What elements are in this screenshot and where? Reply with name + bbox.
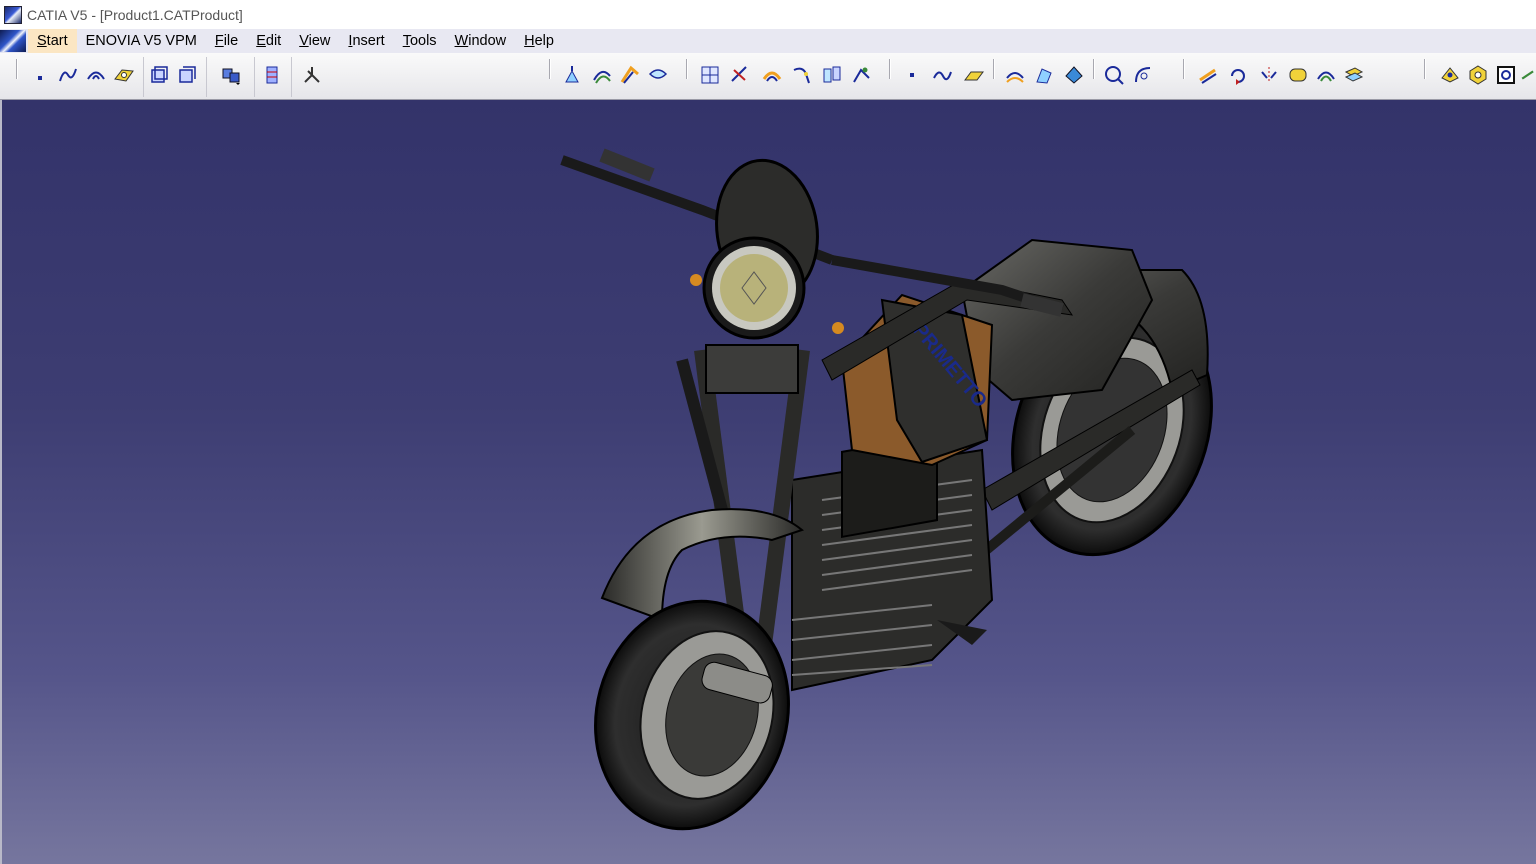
part-body-icon[interactable] — [147, 63, 171, 87]
loft-icon[interactable] — [1032, 63, 1056, 87]
menu-bar: Start ENOVIA V5 VPM File Edit View Inser… — [0, 29, 1536, 53]
engine-block — [791, 433, 994, 692]
spline-icon[interactable] — [56, 63, 80, 87]
catalog-icon[interactable] — [260, 63, 284, 87]
layers-icon[interactable] — [1342, 63, 1366, 87]
render-icon[interactable] — [1438, 63, 1462, 87]
menu-file[interactable]: File — [206, 29, 247, 53]
view-icon[interactable] — [1494, 63, 1518, 87]
menu-start[interactable]: Start — [28, 29, 77, 53]
title-bar: CATIA V5 - [Product1.CATProduct] — [0, 0, 1536, 29]
trim-icon[interactable] — [850, 63, 874, 87]
compass-icon[interactable] — [300, 63, 324, 87]
material-icon[interactable] — [1466, 63, 1490, 87]
menu-insert[interactable]: Insert — [339, 29, 393, 53]
part-body-alt-icon[interactable] — [175, 63, 199, 87]
symmetry-icon[interactable] — [1257, 63, 1281, 87]
menu-window[interactable]: Window — [446, 29, 516, 53]
surface-sweep-icon[interactable] — [618, 63, 642, 87]
headlight — [690, 158, 844, 340]
3d-viewport[interactable]: PRIMETTO — [0, 100, 1536, 864]
extra-icon[interactable] — [1520, 63, 1536, 87]
menu-help[interactable]: Help — [515, 29, 563, 53]
arc-icon[interactable] — [84, 63, 108, 87]
number-plate — [705, 344, 799, 394]
toolbar-separator — [16, 59, 18, 79]
menu-tools[interactable]: Tools — [394, 29, 446, 53]
point-icon[interactable] — [28, 63, 52, 87]
blend-icon[interactable] — [1003, 63, 1027, 87]
offset-icon[interactable] — [760, 63, 784, 87]
catia-app-icon[interactable] — [4, 5, 22, 24]
affinity-icon[interactable] — [1314, 63, 1338, 87]
main-toolbar — [0, 53, 1536, 100]
catia-logo-icon[interactable] — [0, 30, 26, 52]
plane-tool-icon[interactable] — [962, 63, 986, 87]
plane-icon[interactable] — [112, 63, 136, 87]
circle-icon[interactable] — [1102, 63, 1126, 87]
transform-icon[interactable] — [1196, 63, 1220, 87]
corner-icon[interactable] — [1131, 63, 1155, 87]
rotate-icon[interactable] — [1226, 63, 1250, 87]
window-title: CATIA V5 - [Product1.CATProduct] — [27, 6, 243, 23]
surface-fill-icon[interactable] — [646, 63, 670, 87]
sketch-icon[interactable] — [728, 63, 752, 87]
menu-view[interactable]: View — [290, 29, 339, 53]
assembly-icon[interactable] — [216, 63, 246, 87]
curve-tool-icon[interactable] — [930, 63, 954, 87]
point-tool-icon[interactable] — [900, 63, 924, 87]
menu-enovia[interactable]: ENOVIA V5 VPM — [77, 29, 206, 53]
surface-revolve-icon[interactable] — [590, 63, 614, 87]
surface-extrude-icon[interactable] — [562, 63, 586, 87]
menu-edit[interactable]: Edit — [247, 29, 290, 53]
scale-icon[interactable] — [1286, 63, 1310, 87]
grid-icon[interactable] — [698, 63, 722, 87]
extract-icon[interactable] — [1062, 63, 1086, 87]
motorcycle-model[interactable]: PRIMETTO — [2, 100, 1536, 864]
join-icon[interactable] — [790, 63, 814, 87]
split-icon[interactable] — [820, 63, 844, 87]
front-wheel — [594, 599, 790, 831]
